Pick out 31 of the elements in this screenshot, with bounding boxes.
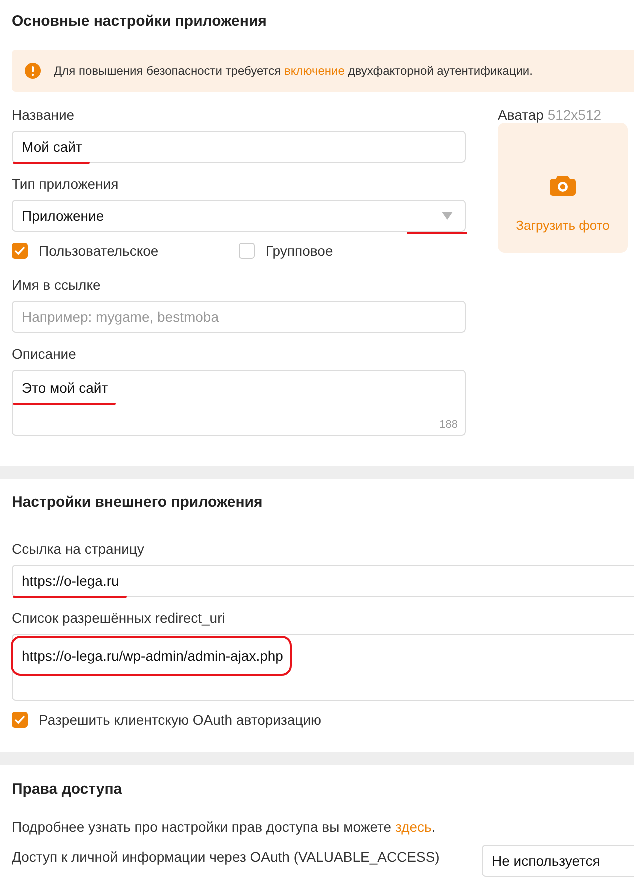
- name-input[interactable]: Мой сайт: [12, 131, 466, 163]
- alert-text: Для повышения безопасности требуется включение двухфакторной аутентификации.: [54, 64, 533, 78]
- description-textarea[interactable]: Это мой сайт 188: [12, 370, 466, 436]
- field-label: Ссылка на страницу: [12, 541, 146, 557]
- page-url-input[interactable]: https://o-lega.ru: [12, 565, 634, 597]
- caret-icon: [442, 212, 453, 220]
- access-dropdown[interactable]: Не используется: [482, 845, 634, 877]
- warning-icon: [25, 63, 41, 79]
- redirect-uri-textarea[interactable]: https://o-lega.ru/wp-admin/admin-ajax.php: [12, 634, 634, 701]
- field-label: Доступ к личной информации через OAuth (VALUABLE_ACCESS): [12, 849, 440, 865]
- type-dropdown[interactable]: Приложение: [12, 200, 466, 232]
- link-name-input[interactable]: Например: mygame, bestmoba: [12, 301, 466, 333]
- avatar-label: Аватар: [498, 107, 544, 123]
- info-text: Подробнее узнать про настройки прав доступа вы можете здесь.: [12, 819, 437, 835]
- field-label: Тип приложения: [12, 176, 120, 192]
- section-title: Права доступа: [12, 781, 124, 798]
- section-title: Настройки внешнего приложения: [12, 494, 264, 511]
- checkbox[interactable]: [12, 712, 28, 728]
- size-hint: 512x512: [548, 107, 602, 123]
- checkbox-label: Групповое: [266, 243, 334, 259]
- field-label: Название: [12, 107, 76, 123]
- section-title: Основные настройки приложения: [12, 13, 268, 30]
- camera-icon: [550, 174, 576, 196]
- checkbox[interactable]: [12, 243, 28, 259]
- checkbox[interactable]: [239, 243, 255, 259]
- character-counter: 188: [440, 419, 458, 431]
- field-label: Имя в ссылке: [12, 277, 102, 293]
- checkbox-label: Разрешить клиентскую OAuth авторизацию: [39, 712, 322, 728]
- field-label: Описание: [12, 346, 78, 362]
- field-label: Список разрешённых redirect_uri: [12, 610, 226, 626]
- checkbox-label: Пользовательское: [39, 243, 159, 259]
